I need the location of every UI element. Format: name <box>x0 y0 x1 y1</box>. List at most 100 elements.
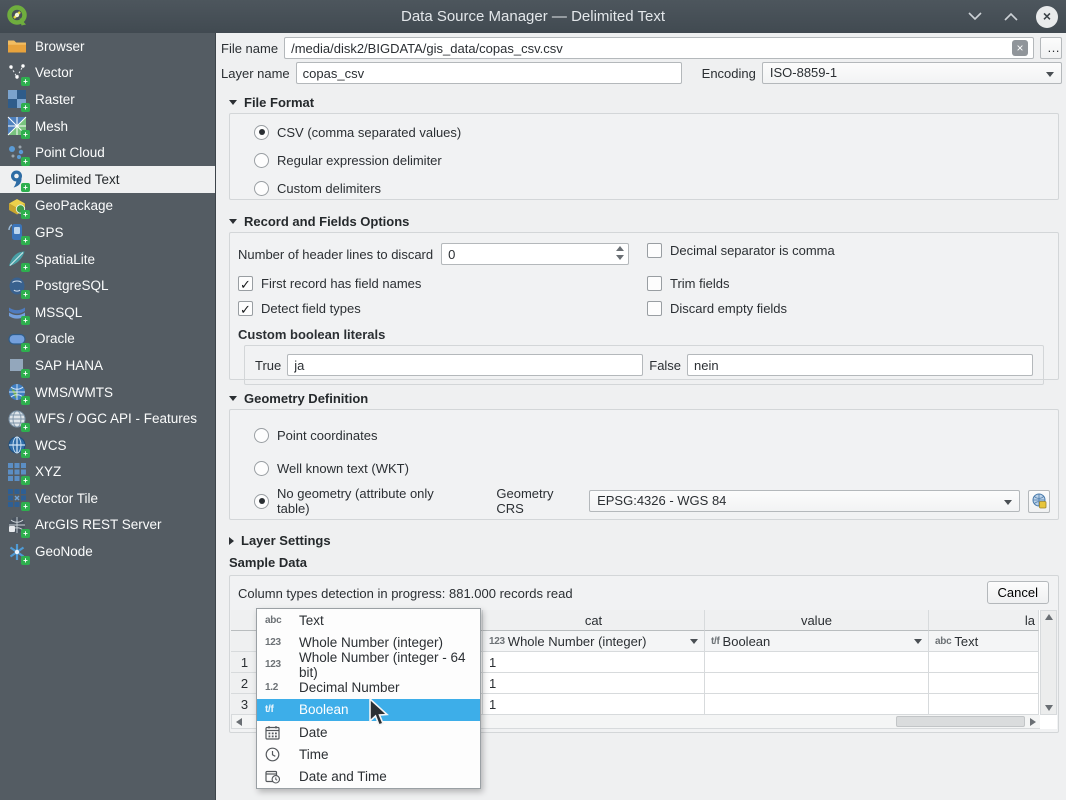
radio-point-coordinates[interactable]: Point coordinates <box>254 424 1050 446</box>
sidebar-item-vector-tile[interactable]: Vector Tile <box>0 485 215 512</box>
spin-up-icon[interactable] <box>616 246 624 251</box>
column-type-combo-la[interactable]: abc Text <box>929 631 1039 652</box>
collapse-arrow-icon <box>229 396 237 401</box>
sidebar-item-mssql[interactable]: MSSQL <box>0 299 215 326</box>
folder-icon <box>7 36 27 56</box>
sidebar-item-geonode[interactable]: GeoNode <box>0 538 215 565</box>
geometry-crs-label: Geometry CRS <box>496 486 581 516</box>
sidebar-item-gps[interactable]: GPS <box>0 219 215 246</box>
row-number: 3 <box>231 694 259 715</box>
file-name-input[interactable] <box>284 37 1034 59</box>
maximize-button[interactable] <box>1000 6 1022 28</box>
scroll-up-icon[interactable] <box>1045 614 1053 620</box>
encoding-label: Encoding <box>702 66 756 81</box>
column-header-la[interactable]: la <box>929 610 1039 631</box>
radio-icon[interactable] <box>254 461 269 476</box>
sidebar-item-oracle[interactable]: Oracle <box>0 326 215 353</box>
layer-settings-header[interactable]: Layer Settings <box>229 533 331 548</box>
boolean-type-icon: t/f <box>265 704 291 715</box>
integer-type-icon: 123 <box>265 637 291 648</box>
cancel-button[interactable]: Cancel <box>987 581 1049 604</box>
sidebar-item-vector[interactable]: Vector <box>0 60 215 87</box>
sidebar-item-arcgis-rest[interactable]: ArcGIS REST Server <box>0 512 215 539</box>
point-cloud-icon <box>7 143 27 163</box>
sidebar-item-browser[interactable]: Browser <box>0 33 215 60</box>
sidebar-item-raster[interactable]: Raster <box>0 86 215 113</box>
vertical-scrollbar[interactable] <box>1040 610 1057 715</box>
checkbox-detect-field-types[interactable]: Detect field types <box>238 301 361 316</box>
checkbox-icon[interactable] <box>647 276 662 291</box>
xyz-tiles-icon <box>7 462 27 482</box>
radio-no-geometry[interactable] <box>254 494 269 509</box>
checkbox-first-record-names[interactable]: First record has field names <box>238 276 421 291</box>
horizontal-scroll-thumb[interactable] <box>896 716 1025 727</box>
radio-icon[interactable] <box>254 181 269 196</box>
checkbox-icon[interactable] <box>647 243 662 258</box>
sidebar-item-spatialite[interactable]: SpatiaLite <box>0 246 215 273</box>
checkbox-icon[interactable] <box>238 301 253 316</box>
checkbox-icon[interactable] <box>238 276 253 291</box>
radio-csv[interactable]: CSV (comma separated values) <box>254 121 1058 143</box>
vector-icon <box>7 63 27 83</box>
checkbox-decimal-separator-comma[interactable]: Decimal separator is comma <box>647 243 835 258</box>
sidebar-item-point-cloud[interactable]: Point Cloud <box>0 139 215 166</box>
radio-icon[interactable] <box>254 428 269 443</box>
browse-file-button[interactable]: … <box>1040 37 1062 59</box>
sidebar-item-wcs[interactable]: WCS <box>0 432 215 459</box>
crs-picker-button[interactable] <box>1028 490 1050 513</box>
spin-down-icon[interactable] <box>616 255 624 260</box>
mesh-icon <box>7 116 27 136</box>
type-menu-item-integer64[interactable]: 123 Whole Number (integer - 64 bit) <box>257 654 480 676</box>
sidebar-item-sap-hana[interactable]: SAP HANA <box>0 352 215 379</box>
encoding-select[interactable]: ISO-8859-1 <box>762 62 1062 84</box>
column-header-value[interactable]: value <box>705 610 929 631</box>
clear-file-icon[interactable] <box>1012 40 1028 56</box>
table-corner-cell <box>231 610 259 631</box>
close-button[interactable] <box>1036 6 1058 28</box>
sidebar-item-delimited-text[interactable]: Delimited Text <box>0 166 215 193</box>
geopackage-icon <box>7 196 27 216</box>
sidebar-item-postgresql[interactable]: PostgreSQL <box>0 272 215 299</box>
scroll-left-icon[interactable] <box>236 718 242 726</box>
scroll-right-icon[interactable] <box>1030 718 1036 726</box>
record-fields-header[interactable]: Record and Fields Options <box>229 214 409 229</box>
scroll-down-icon[interactable] <box>1045 705 1053 711</box>
column-type-combo-value[interactable]: t/f Boolean <box>705 631 929 652</box>
true-literal-input[interactable] <box>287 354 643 376</box>
layer-name-label: Layer name <box>221 66 290 81</box>
sidebar-item-wfs[interactable]: WFS / OGC API - Features <box>0 405 215 432</box>
checkbox-trim-fields[interactable]: Trim fields <box>647 276 729 291</box>
shade-button[interactable] <box>964 6 986 28</box>
titlebar[interactable]: Data Source Manager — Delimited Text <box>0 0 1066 33</box>
column-header-cat[interactable]: cat <box>483 610 705 631</box>
sidebar-item-xyz[interactable]: XYZ <box>0 459 215 486</box>
type-menu-item-time[interactable]: Time <box>257 743 480 765</box>
radio-icon[interactable] <box>254 153 269 168</box>
record-fields-group: Number of header lines to discard First … <box>229 232 1059 380</box>
geometry-crs-select[interactable]: EPSG:4326 - WGS 84 <box>589 490 1020 512</box>
layer-name-input[interactable] <box>296 62 682 84</box>
checkbox-icon[interactable] <box>647 301 662 316</box>
mssql-icon <box>7 302 27 322</box>
radio-regexp-delimiter[interactable]: Regular expression delimiter <box>254 149 1058 171</box>
delimited-text-icon <box>7 169 27 189</box>
row-number: 1 <box>231 652 259 673</box>
column-type-combo-cat[interactable]: 123 Whole Number (integer) <box>483 631 705 652</box>
radio-icon[interactable] <box>254 125 269 140</box>
file-format-header[interactable]: File Format <box>229 95 314 110</box>
header-lines-spinbox[interactable] <box>441 243 629 265</box>
wms-globe-icon <box>7 382 27 402</box>
false-literal-input[interactable] <box>687 354 1033 376</box>
radio-wkt[interactable]: Well known text (WKT) <box>254 457 1050 479</box>
checkbox-discard-empty-fields[interactable]: Discard empty fields <box>647 301 787 316</box>
text-type-icon: abc <box>935 636 951 647</box>
type-menu-item-text[interactable]: abc Text <box>257 609 480 631</box>
sidebar-item-geopackage[interactable]: GeoPackage <box>0 193 215 220</box>
sidebar-item-mesh[interactable]: Mesh <box>0 113 215 140</box>
chevron-down-icon <box>690 639 698 644</box>
type-menu-item-datetime[interactable]: Date and Time <box>257 766 480 788</box>
time-icon <box>265 747 291 762</box>
sidebar-item-wms-wmts[interactable]: WMS/WMTS <box>0 379 215 406</box>
radio-custom-delimiters[interactable]: Custom delimiters <box>254 177 1058 199</box>
geometry-definition-header[interactable]: Geometry Definition <box>229 391 368 406</box>
